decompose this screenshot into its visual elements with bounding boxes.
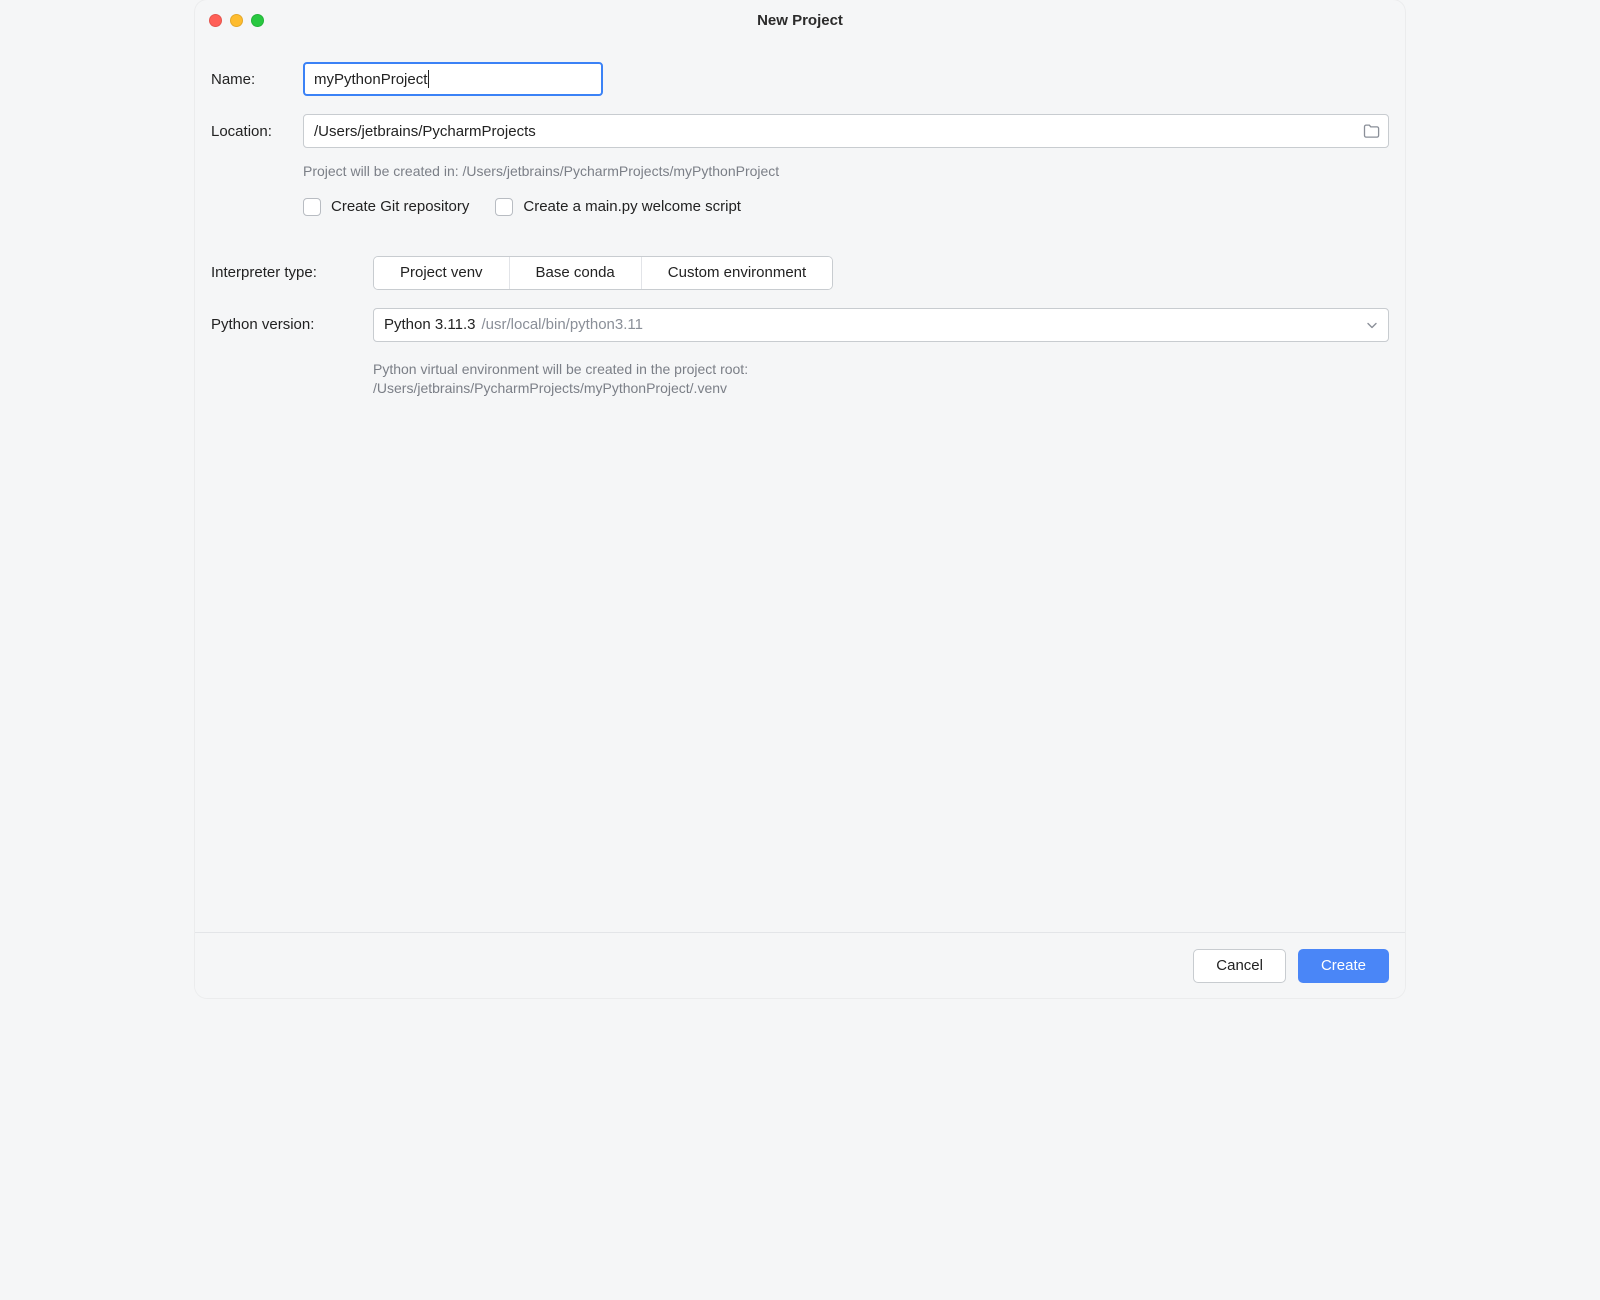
location-value: /Users/jetbrains/PycharmProjects: [314, 123, 536, 140]
folder-icon: [1363, 124, 1380, 139]
create-git-checkbox[interactable]: Create Git repository: [303, 198, 469, 216]
window-title: New Project: [195, 12, 1405, 29]
interpreter-type-row: Interpreter type: Project venv Base cond…: [211, 256, 1389, 290]
cancel-button[interactable]: Cancel: [1193, 949, 1286, 983]
chevron-down-icon: [1366, 316, 1378, 333]
location-hint: Project will be created in: /Users/jetbr…: [303, 162, 1389, 182]
name-row: Name: myPythonProject: [211, 62, 1389, 96]
checkbox-box: [495, 198, 513, 216]
checkbox-label: Create a main.py welcome script: [523, 198, 741, 215]
location-input[interactable]: /Users/jetbrains/PycharmProjects: [303, 114, 1389, 148]
interpreter-option-conda[interactable]: Base conda: [510, 257, 642, 289]
titlebar: New Project: [195, 0, 1405, 40]
close-window-button[interactable]: [209, 14, 222, 27]
name-value: myPythonProject: [314, 71, 427, 88]
dialog-content: Name: myPythonProject Location: /Users/j…: [195, 40, 1405, 932]
dialog-footer: Cancel Create: [195, 932, 1405, 998]
venv-hint: Python virtual environment will be creat…: [373, 360, 1389, 399]
interpreter-type-segmented: Project venv Base conda Custom environme…: [373, 256, 833, 290]
interpreter-option-venv[interactable]: Project venv: [374, 257, 510, 289]
new-project-dialog: New Project Name: myPythonProject Locati…: [195, 0, 1405, 998]
checkbox-box: [303, 198, 321, 216]
browse-folder-button[interactable]: [1363, 124, 1380, 139]
name-label: Name:: [211, 71, 303, 88]
text-caret: [428, 70, 429, 88]
options-row: Create Git repository Create a main.py w…: [303, 198, 1389, 216]
python-version-value: Python 3.11.3: [384, 316, 475, 333]
interpreter-option-custom[interactable]: Custom environment: [642, 257, 832, 289]
minimize-window-button[interactable]: [230, 14, 243, 27]
python-version-label: Python version:: [211, 316, 373, 333]
venv-hint-line1: Python virtual environment will be creat…: [373, 361, 748, 377]
interpreter-type-label: Interpreter type:: [211, 264, 373, 281]
create-main-checkbox[interactable]: Create a main.py welcome script: [495, 198, 741, 216]
python-version-dropdown[interactable]: Python 3.11.3 /usr/local/bin/python3.11: [373, 308, 1389, 342]
python-version-path: /usr/local/bin/python3.11: [481, 316, 643, 333]
name-input[interactable]: myPythonProject: [303, 62, 603, 96]
python-version-row: Python version: Python 3.11.3 /usr/local…: [211, 308, 1389, 342]
venv-hint-line2: /Users/jetbrains/PycharmProjects/myPytho…: [373, 380, 727, 396]
window-controls: [209, 14, 264, 27]
checkbox-label: Create Git repository: [331, 198, 469, 215]
location-label: Location:: [211, 123, 303, 140]
create-button[interactable]: Create: [1298, 949, 1389, 983]
location-row: Location: /Users/jetbrains/PycharmProjec…: [211, 114, 1389, 148]
maximize-window-button[interactable]: [251, 14, 264, 27]
